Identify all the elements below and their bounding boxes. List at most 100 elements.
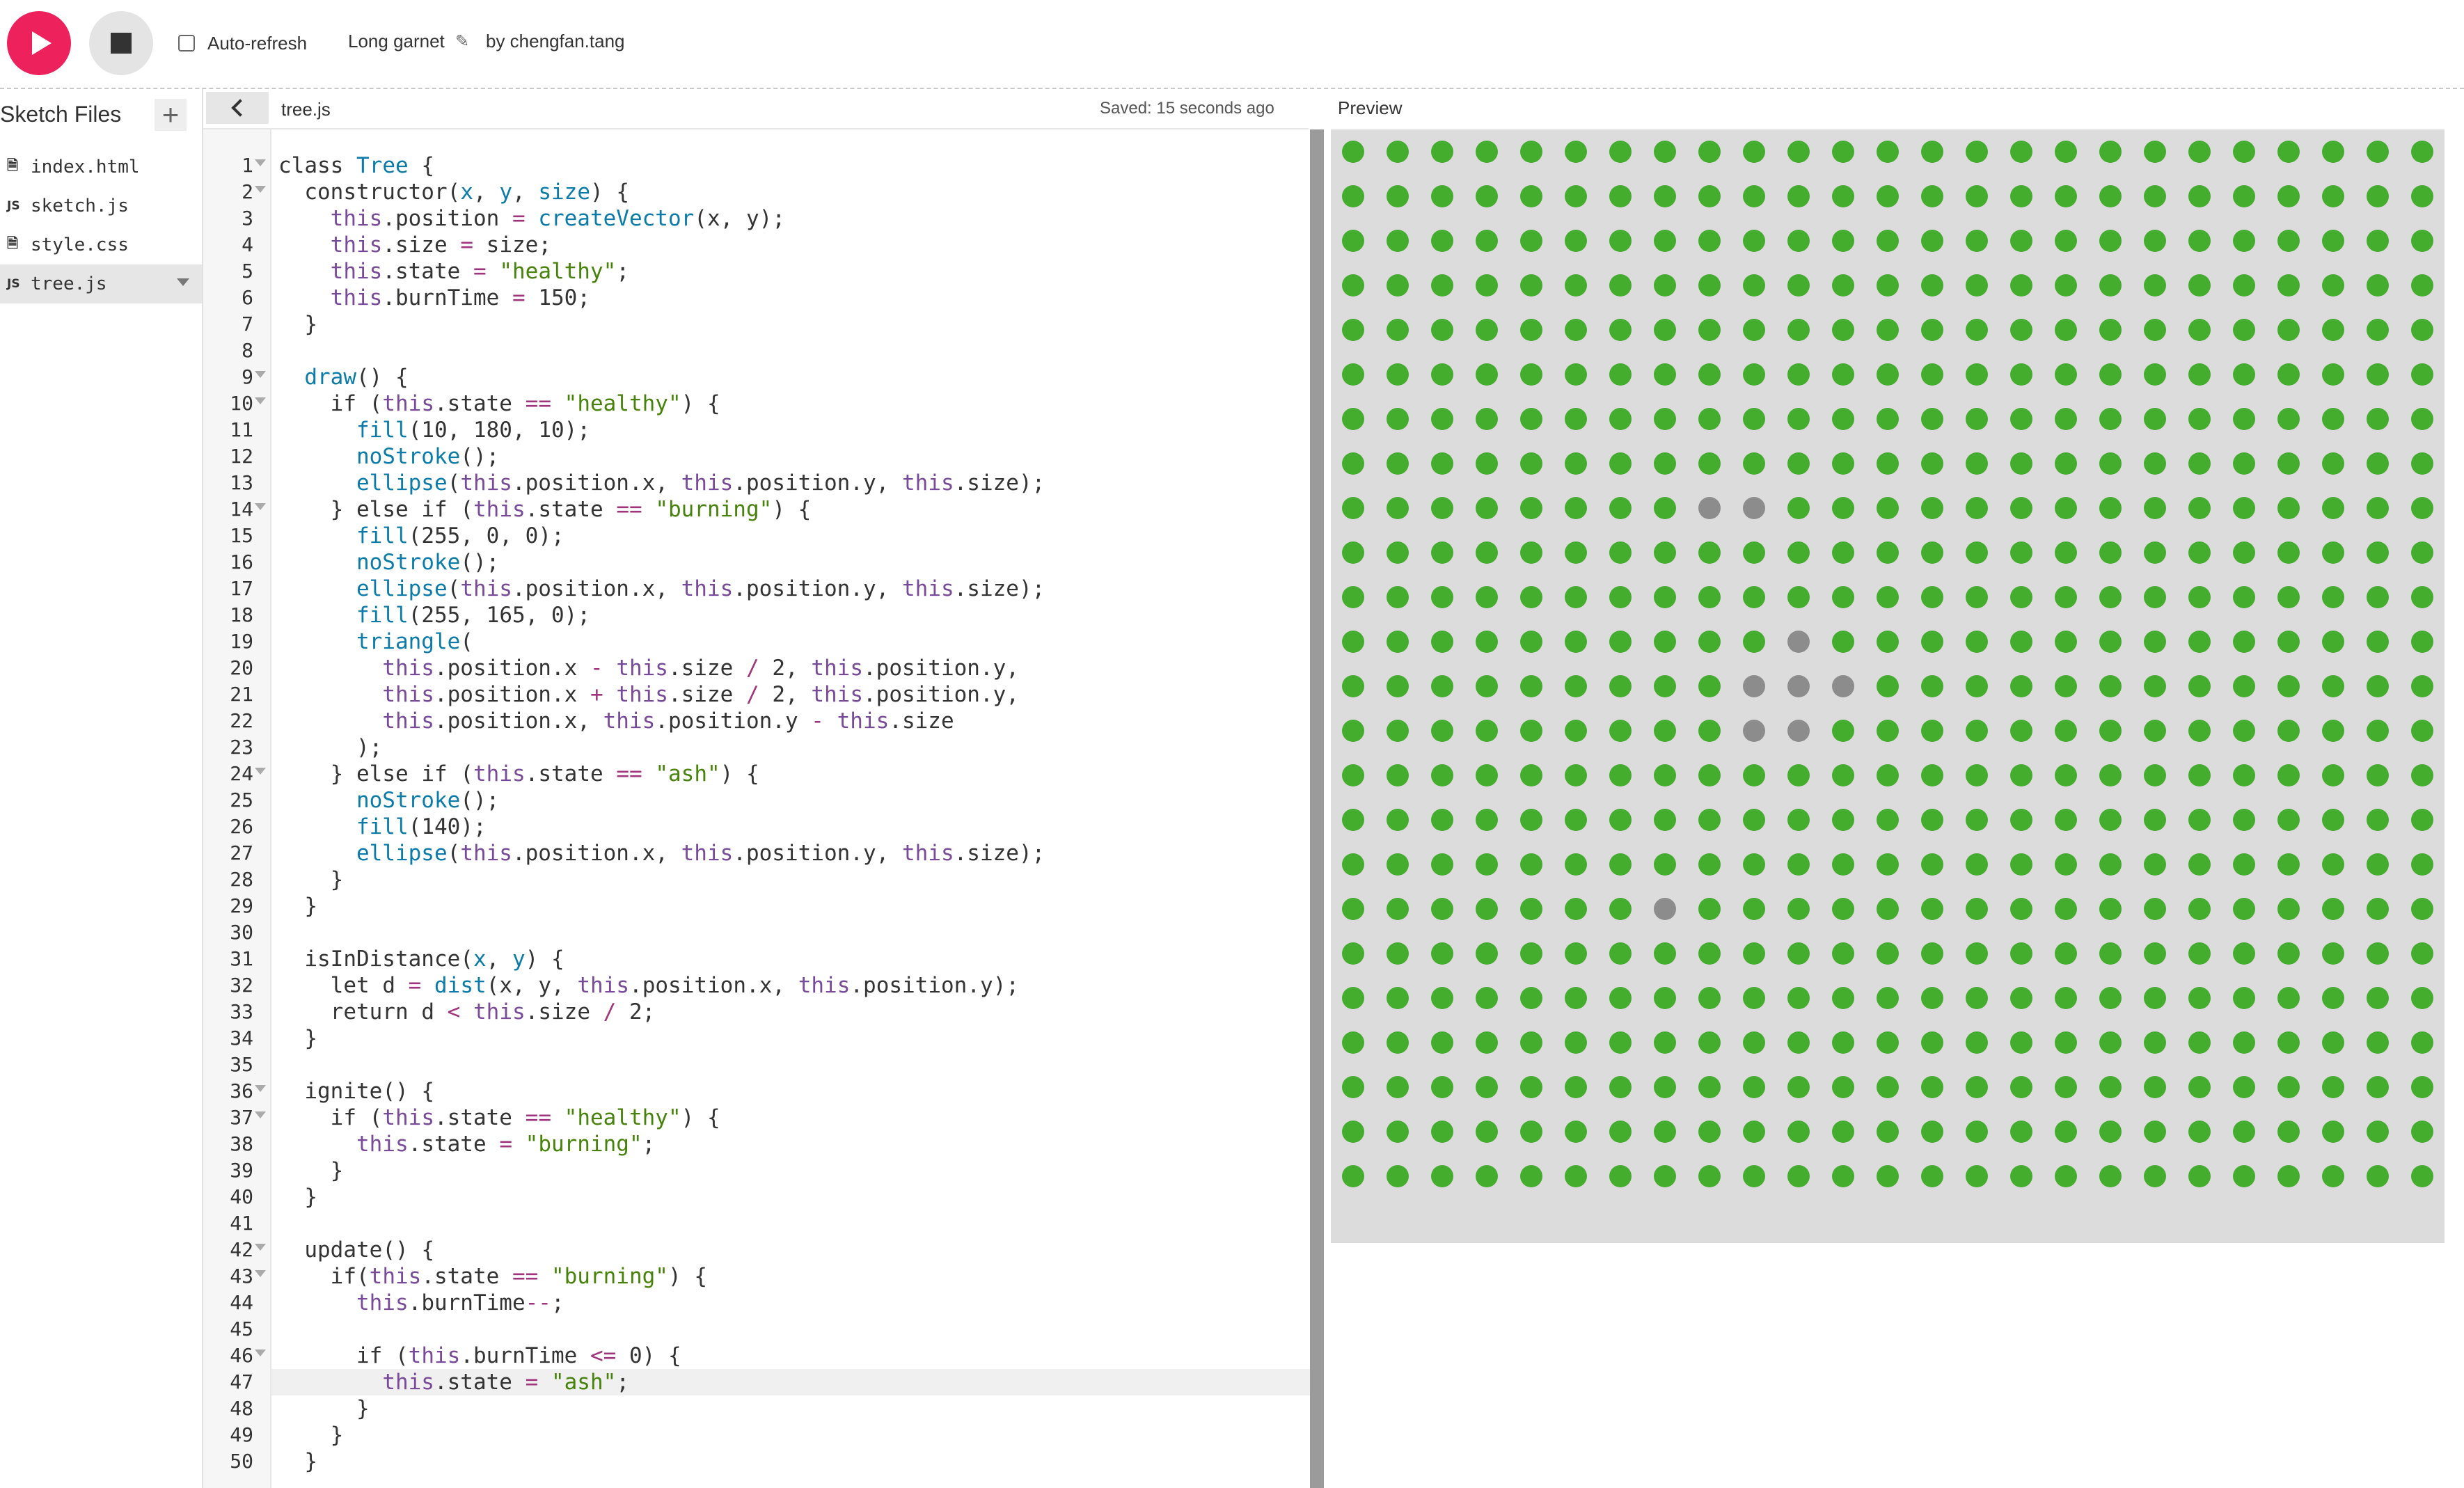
code-line[interactable]: fill(255, 0, 0); — [278, 523, 564, 549]
healthy-tree — [2099, 898, 2122, 920]
code-line[interactable]: this.state = "healthy"; — [278, 258, 629, 285]
code-line[interactable]: isInDistance(x, y) { — [278, 946, 564, 972]
healthy-tree — [2144, 720, 2166, 742]
healthy-tree — [2322, 185, 2344, 207]
code-line[interactable]: } — [278, 1395, 370, 1422]
healthy-tree — [1609, 230, 1632, 252]
code-line[interactable]: ); — [278, 734, 382, 761]
code-line[interactable]: if (this.burnTime <= 0) { — [278, 1343, 681, 1369]
code-line[interactable]: } else if (this.state == "ash") { — [278, 761, 759, 787]
fold-toggle-icon[interactable] — [253, 152, 267, 179]
code-line[interactable]: } — [278, 866, 344, 893]
code-line[interactable]: let d = dist(x, y, this.position.x, this… — [278, 972, 1019, 999]
fold-toggle-icon[interactable] — [253, 1263, 267, 1290]
fold-toggle-icon[interactable] — [253, 364, 267, 390]
file-item[interactable]: 🗎 index.html — [0, 148, 202, 187]
healthy-tree — [1565, 274, 1587, 296]
code-line[interactable]: this.state = "ash"; — [278, 1369, 629, 1395]
sketch-owner[interactable]: by chengfan.tang — [486, 31, 625, 52]
code-line[interactable]: constructor(x, y, size) { — [278, 179, 629, 205]
play-button[interactable] — [7, 11, 71, 75]
healthy-tree — [1387, 274, 1409, 296]
code-line[interactable]: fill(255, 165, 0); — [278, 602, 590, 628]
code-line[interactable]: } — [278, 1184, 317, 1210]
collapse-sidebar-button[interactable] — [206, 92, 269, 124]
healthy-tree — [2144, 1165, 2166, 1187]
code-line[interactable]: } — [278, 1157, 344, 1184]
code-line[interactable]: fill(140); — [278, 814, 487, 840]
code-line[interactable]: fill(10, 180, 10); — [278, 417, 590, 443]
fold-toggle-icon[interactable] — [253, 390, 267, 417]
code-line[interactable]: this.position.x, this.position.y - this.… — [278, 708, 954, 734]
fold-toggle-icon[interactable] — [253, 1237, 267, 1263]
file-item[interactable]: JS sketch.js — [0, 187, 202, 225]
code-line[interactable]: this.position.x - this.size / 2, this.po… — [278, 655, 1019, 681]
fold-toggle-icon[interactable] — [253, 761, 267, 787]
healthy-tree — [1476, 363, 1498, 386]
fold-toggle-icon[interactable] — [253, 1078, 267, 1105]
stop-button[interactable] — [89, 11, 153, 75]
code-line[interactable]: } — [278, 311, 317, 338]
fold-toggle-icon[interactable] — [253, 496, 267, 523]
healthy-tree — [1387, 497, 1409, 519]
code-line[interactable]: draw() { — [278, 364, 408, 390]
code-line[interactable]: } — [278, 1025, 317, 1052]
auto-refresh-toggle[interactable]: Auto-refresh — [178, 32, 307, 54]
editor-scrollbar[interactable] — [1310, 129, 1324, 1488]
code-line[interactable]: if (this.state == "healthy") { — [278, 390, 720, 417]
healthy-tree — [2188, 1031, 2211, 1054]
code-line[interactable]: noStroke(); — [278, 549, 499, 576]
healthy-tree — [2055, 541, 2077, 564]
code-line[interactable]: triangle( — [278, 628, 473, 655]
healthy-tree — [1520, 898, 1542, 920]
code-line[interactable]: if(this.state == "burning") { — [278, 1263, 707, 1290]
fold-toggle-icon[interactable] — [253, 1105, 267, 1131]
fold-toggle-icon[interactable] — [253, 179, 267, 205]
line-number: 36 — [230, 1079, 253, 1102]
healthy-tree — [2188, 274, 2211, 296]
file-item[interactable]: JS tree.js — [0, 264, 202, 303]
code-line[interactable]: } — [278, 1422, 344, 1448]
code-line[interactable]: this.burnTime = 150; — [278, 285, 590, 311]
code-line[interactable]: ellipse(this.position.x, this.position.y… — [278, 576, 1045, 602]
healthy-tree — [1743, 319, 1765, 341]
code-line[interactable]: this.position = createVector(x, y); — [278, 205, 785, 232]
code-line[interactable]: if (this.state == "healthy") { — [278, 1105, 720, 1131]
preview-canvas[interactable] — [1331, 129, 2445, 1243]
line-number: 35 — [230, 1053, 253, 1076]
healthy-tree — [2322, 319, 2344, 341]
healthy-tree — [1698, 185, 1721, 207]
healthy-tree — [1654, 319, 1676, 341]
code-line[interactable]: ellipse(this.position.x, this.position.y… — [278, 840, 1045, 866]
code-line[interactable]: } — [278, 1448, 317, 1475]
pencil-icon[interactable]: ✎ — [455, 31, 469, 52]
healthy-tree — [1832, 141, 1854, 163]
code-line[interactable]: class Tree { — [278, 152, 434, 179]
code-line[interactable]: this.state = "burning"; — [278, 1131, 655, 1157]
code-line[interactable]: noStroke(); — [278, 443, 499, 470]
sketch-name[interactable]: Long garnet — [348, 31, 445, 52]
add-file-button[interactable]: + — [155, 99, 187, 131]
code-line[interactable]: return d < this.size / 2; — [278, 999, 656, 1025]
code-line[interactable]: this.position.x + this.size / 2, this.po… — [278, 681, 1019, 708]
healthy-tree — [1832, 319, 1854, 341]
healthy-tree — [1431, 408, 1453, 430]
code-line[interactable]: noStroke(); — [278, 787, 499, 814]
healthy-tree — [1342, 853, 1364, 876]
healthy-tree — [1520, 1076, 1542, 1098]
file-item[interactable]: 🗎 style.css — [0, 225, 202, 264]
healthy-tree — [1743, 1121, 1765, 1143]
code-line[interactable]: this.burnTime--; — [278, 1290, 564, 1316]
code-line[interactable]: } else if (this.state == "burning") { — [278, 496, 812, 523]
file-options-caret-icon[interactable] — [177, 278, 189, 286]
code-line[interactable]: ignite() { — [278, 1078, 434, 1105]
code-line[interactable]: ellipse(this.position.x, this.position.y… — [278, 470, 1045, 496]
code-line[interactable]: update() { — [278, 1237, 434, 1263]
healthy-tree — [2144, 363, 2166, 386]
code-line[interactable]: } — [278, 893, 317, 919]
healthy-tree — [2010, 319, 2032, 341]
code-line[interactable]: this.size = size; — [278, 232, 551, 258]
fold-toggle-icon[interactable] — [253, 1343, 267, 1369]
auto-refresh-checkbox[interactable] — [178, 35, 195, 52]
healthy-tree — [1565, 764, 1587, 786]
